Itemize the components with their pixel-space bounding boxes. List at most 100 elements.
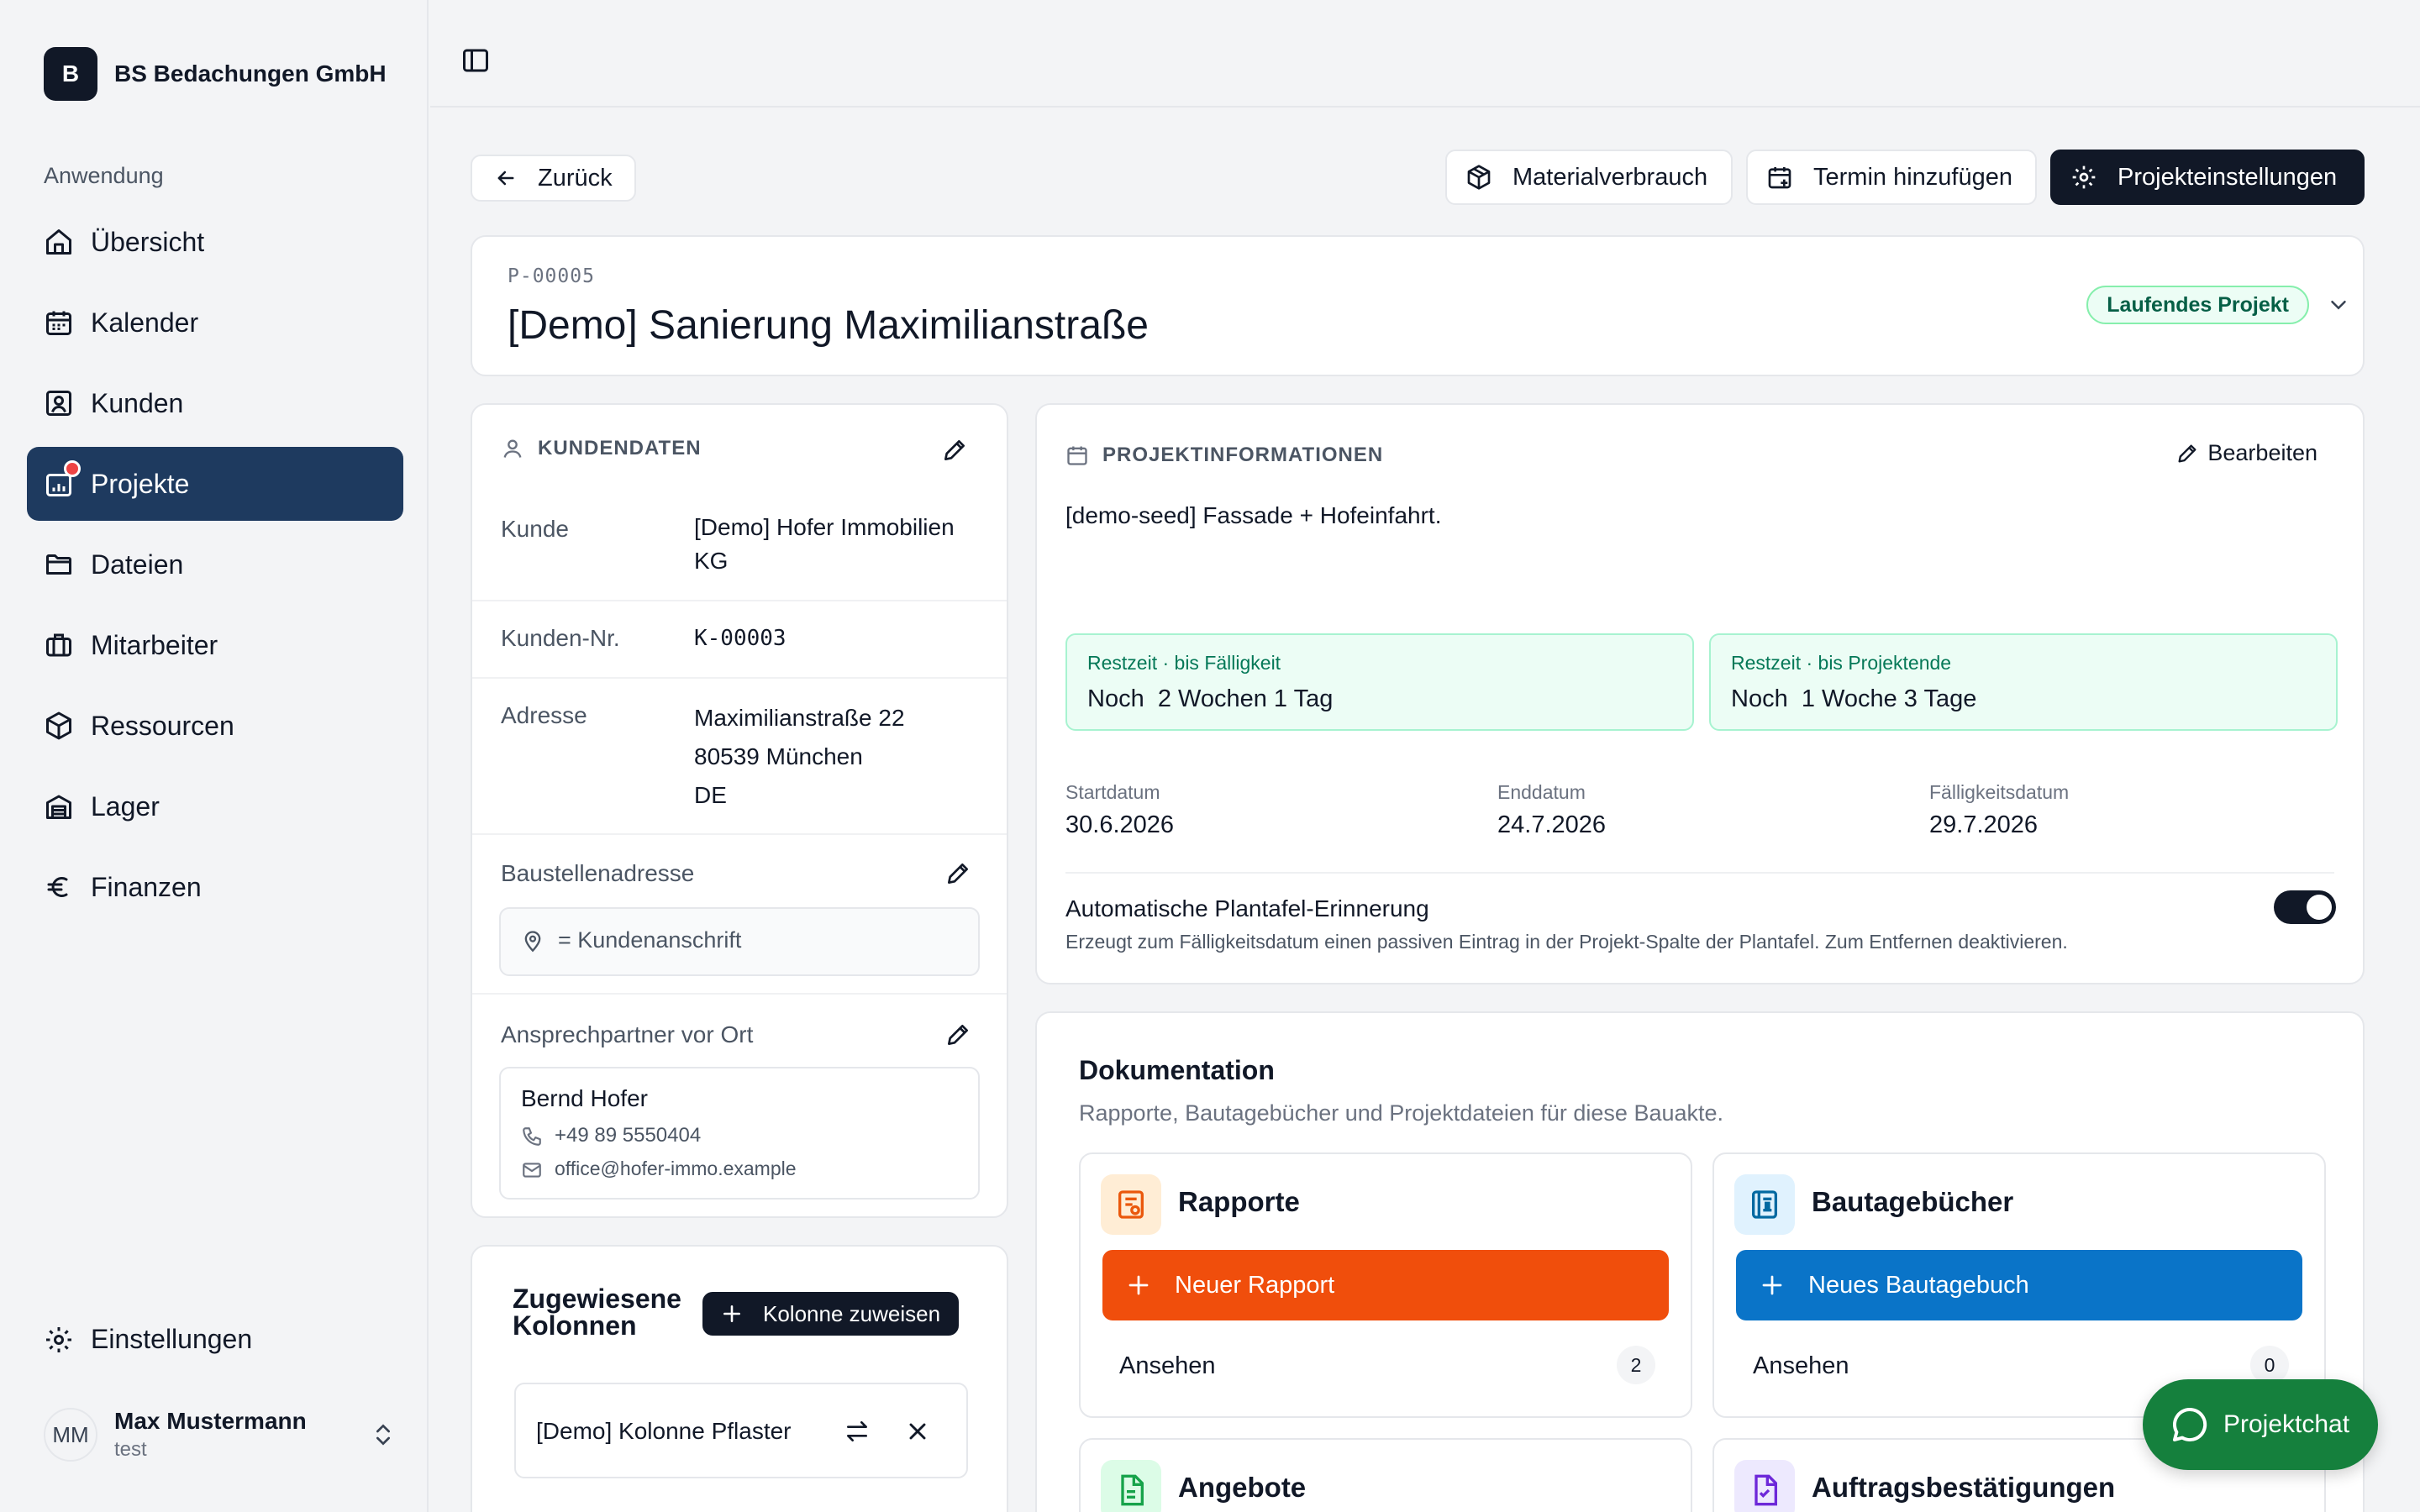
close-icon[interactable]: [904, 1418, 931, 1445]
assigned-columns-card: Zugewiesene Kolonnen Kolonne zuweisen [D…: [471, 1245, 1008, 1512]
sidebar-item-label: Mitarbeiter: [91, 629, 218, 660]
edit-pencil-icon[interactable]: [944, 1021, 971, 1048]
customer-heading-label: KUNDENDATEN: [538, 437, 702, 459]
folder-icon: [46, 554, 71, 575]
sidebar-item-uebersicht[interactable]: Übersicht: [27, 205, 403, 279]
edit-pencil-icon: [2178, 444, 2196, 462]
euro-icon: [47, 877, 68, 897]
assigned-columns-heading: Zugewiesene Kolonnen: [513, 1285, 681, 1339]
contact-label: Ansprechpartner vor Ort: [501, 1021, 754, 1047]
user-subtitle: test: [114, 1438, 147, 1461]
remaining-end-label: Restzeit · bis Projektende: [1731, 652, 1952, 674]
edit-pencil-icon[interactable]: [944, 860, 971, 887]
project-chat-label: Projektchat: [2223, 1410, 2350, 1438]
chevrons-up-down-icon: [376, 1424, 390, 1446]
project-info-heading-label: PROJEKTINFORMATIONEN: [1102, 444, 1384, 466]
sidebar-item-einstellungen[interactable]: Einstellungen: [44, 1324, 252, 1355]
status-badge[interactable]: Laufendes Projekt: [2086, 286, 2309, 324]
remaining-due-value: Noch 2 Wochen 1 Tag: [1087, 685, 1334, 712]
new-report-button[interactable]: Neuer Rapport: [1102, 1250, 1669, 1320]
sidebar-item-label: Dateien: [91, 549, 184, 580]
project-description: [demo-seed] Fassade + Hofeinfahrt.: [1065, 502, 1442, 528]
company-brand[interactable]: B BS Bedachungen GmbH: [44, 47, 387, 101]
new-site-diary-button[interactable]: Neues Bautagebuch: [1736, 1250, 2302, 1320]
end-date-value: 24.7.2026: [1497, 811, 1607, 838]
sidebar-toggle-icon[interactable]: [460, 45, 491, 76]
assign-column-label: Kolonne zuweisen: [763, 1300, 941, 1326]
site-diaries-view-link[interactable]: Ansehen: [1753, 1352, 1849, 1380]
customer-name-line2: KG: [694, 548, 729, 574]
offers-tile[interactable]: Angebote: [1079, 1438, 1692, 1512]
company-name: BS Bedachungen GmbH: [114, 60, 387, 87]
sidebar-nav: Übersicht Kalender Kunden Projekte Datei…: [27, 205, 403, 931]
contact-email[interactable]: office@hofer-immo.example: [555, 1158, 797, 1180]
sidebar-item-label: Finanzen: [91, 871, 202, 902]
sidebar-item-projekte[interactable]: Projekte: [27, 447, 403, 521]
project-settings-button[interactable]: Projekteinstellungen: [2050, 150, 2365, 205]
project-settings-label: Projekteinstellungen: [2118, 163, 2338, 191]
report-icon: [1101, 1174, 1161, 1235]
customer-card: KUNDENDATEN Kunde [Demo] Hofer Immobilie…: [471, 403, 1008, 1218]
briefcase-icon: [46, 633, 71, 657]
project-chat-button[interactable]: Projektchat: [2143, 1379, 2378, 1470]
remaining-end-value: Noch 1 Woche 3 Tage: [1731, 685, 1977, 712]
user-icon: [503, 439, 522, 458]
customer-number-row: Kunden-Nr. K-00003: [472, 600, 1007, 675]
sidebar-item-label: Ressourcen: [91, 710, 234, 741]
sidebar-item-kalender[interactable]: Kalender: [27, 286, 403, 360]
sidebar-item-mitarbeiter[interactable]: Mitarbeiter: [27, 608, 403, 682]
sidebar-item-kunden[interactable]: Kunden: [27, 366, 403, 440]
calendar-icon: [1067, 446, 1087, 465]
remaining-time-due: Restzeit · bis Fälligkeit Noch 2 Wochen …: [1065, 633, 1694, 731]
customer-number-label: Kunden-Nr.: [501, 625, 620, 651]
contact-box: Bernd Hofer +49 89 5550404 office@hofer-…: [499, 1067, 980, 1200]
sidebar-item-label: Kunden: [91, 387, 184, 418]
sidebar-item-finanzen[interactable]: Finanzen: [27, 850, 403, 924]
sidebar: B BS Bedachungen GmbH Anwendung Übersich…: [0, 0, 429, 1512]
chat-bubble-icon: [2173, 1407, 2207, 1441]
material-usage-button[interactable]: Materialverbrauch: [1445, 150, 1733, 205]
reports-title: Rapporte: [1178, 1186, 1300, 1217]
offers-title: Angebote: [1178, 1472, 1307, 1503]
add-appointment-button[interactable]: Termin hinzufügen: [1746, 150, 2037, 205]
mail-icon: [523, 1163, 541, 1178]
customer-row: Kunde [Demo] Hofer Immobilien KG: [472, 486, 1007, 585]
map-pin-icon: [524, 931, 541, 953]
company-logo: B: [44, 47, 97, 101]
sidebar-item-lager[interactable]: Lager: [27, 769, 403, 843]
settings-label: Einstellungen: [91, 1324, 253, 1354]
contact-phone[interactable]: +49 89 5550404: [555, 1124, 701, 1147]
sidebar-item-label: Lager: [91, 790, 160, 822]
sidebar-item-dateien[interactable]: Dateien: [27, 528, 403, 601]
notification-dot: [64, 460, 81, 477]
calendar-icon: [46, 311, 71, 335]
sidebar-item-label: Projekte: [91, 468, 190, 499]
address-value: Maximilianstraße 22 80539 München DE: [694, 699, 905, 815]
calendar-plus-icon: [1768, 167, 1791, 189]
reminder-title: Automatische Plantafel-Erinnerung: [1065, 895, 1429, 921]
user-menu[interactable]: MM Max Mustermann test: [44, 1408, 397, 1462]
project-info-heading: PROJEKTINFORMATIONEN: [1065, 444, 1383, 467]
order-confirmations-title: Auftragsbestätigungen: [1812, 1472, 2116, 1503]
assign-column-button[interactable]: Kolonne zuweisen: [702, 1292, 960, 1336]
plus-icon: [1762, 1275, 1782, 1295]
reports-tile: Rapporte Neuer Rapport Ansehen 2: [1079, 1152, 1692, 1418]
remaining-time-end: Restzeit · bis Projektende Noch 1 Woche …: [1709, 633, 2338, 731]
back-button[interactable]: Zurück: [471, 155, 636, 202]
diary-icon: [1734, 1174, 1795, 1235]
swap-icon[interactable]: [844, 1418, 871, 1445]
assigned-columns-heading-line1: Zugewiesene: [513, 1284, 681, 1314]
reports-view-link[interactable]: Ansehen: [1119, 1352, 1216, 1380]
reminder-toggle[interactable]: [2274, 890, 2336, 924]
edit-button[interactable]: Bearbeiten: [2175, 440, 2317, 466]
sidebar-item-label: Übersicht: [91, 226, 205, 257]
edit-pencil-icon[interactable]: [941, 437, 968, 464]
chevron-down-icon[interactable]: [2326, 292, 2351, 318]
sidebar-item-ressourcen[interactable]: Ressourcen: [27, 689, 403, 763]
phone-icon: [523, 1127, 541, 1146]
site-address-value: = Kundenanschrift: [558, 927, 742, 953]
customer-name[interactable]: [Demo] Hofer Immobilien KG: [694, 511, 955, 578]
sidebar-section-label: Anwendung: [44, 163, 164, 188]
customer-number: K-00003: [694, 626, 786, 651]
package-icon: [1467, 165, 1491, 190]
